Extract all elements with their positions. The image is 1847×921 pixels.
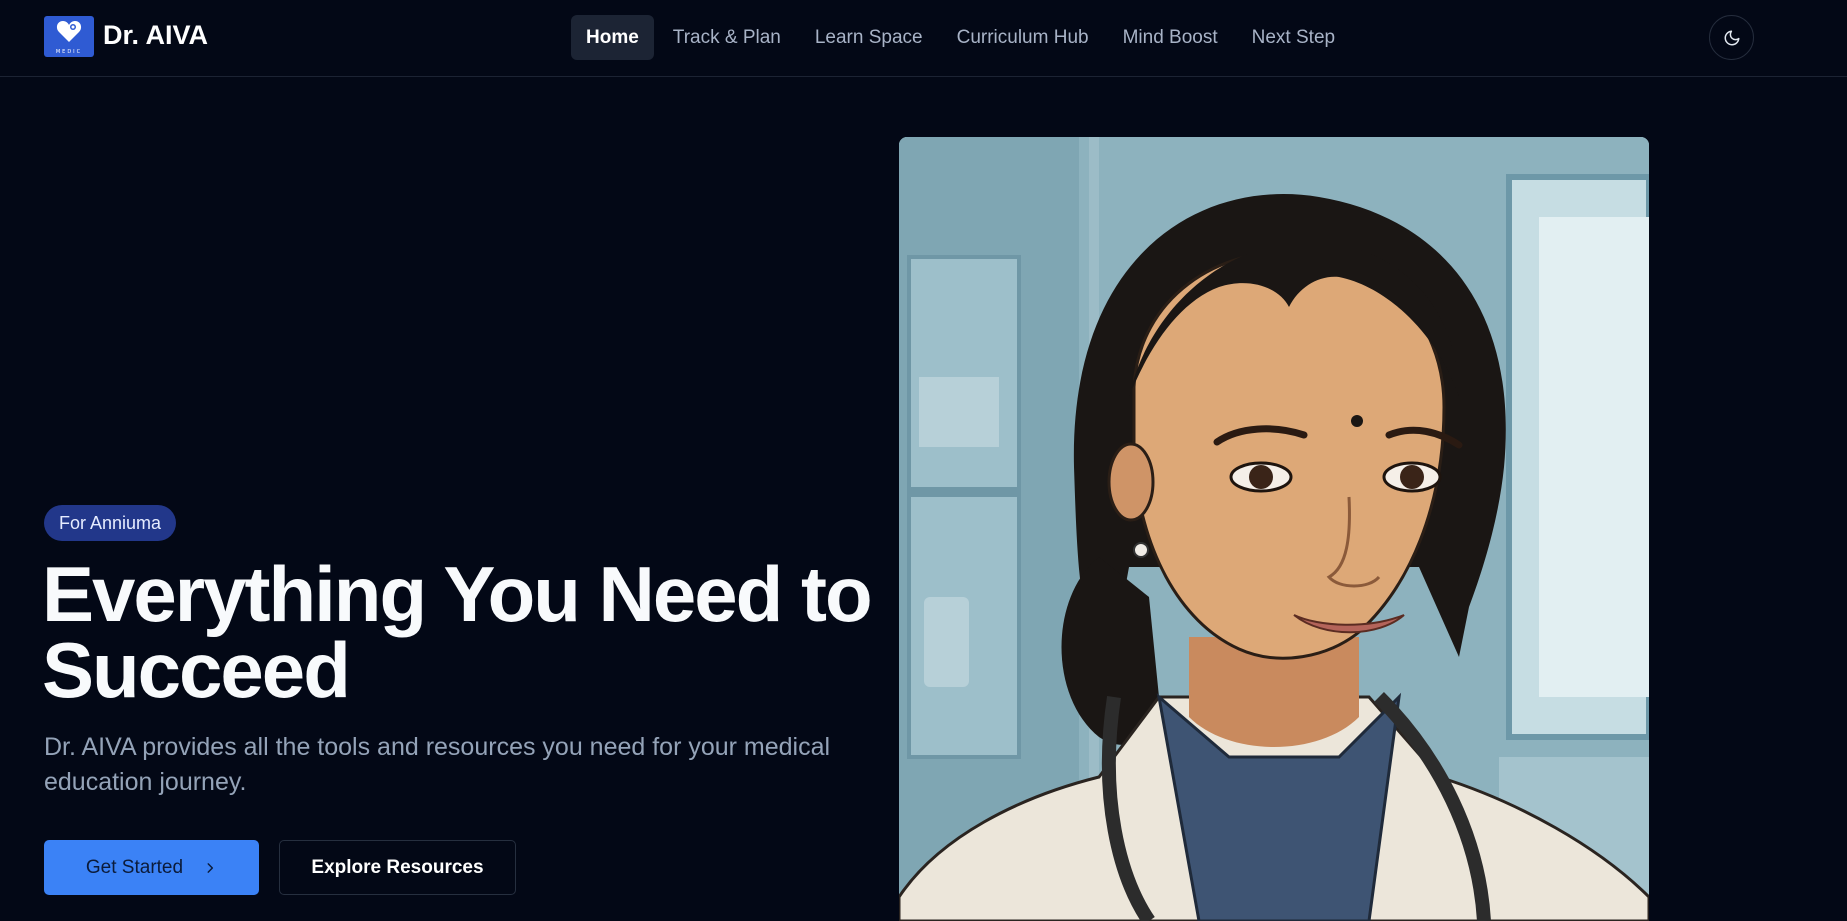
hero-headline: Everything You Need to Succeed [42, 550, 873, 714]
chevron-right-icon [207, 862, 214, 873]
theme-toggle-button[interactable] [1709, 15, 1754, 60]
hero-subtext: Dr. AIVA provides all the tools and reso… [44, 733, 831, 796]
nav-item-next-step[interactable]: Next Step [1237, 15, 1350, 60]
top-navbar: MEDIC Dr. AIVA Home Track & Plan Learn S… [0, 0, 1847, 77]
nav-item-mind-boost[interactable]: Mind Boost [1108, 15, 1233, 60]
logo[interactable]: MEDIC [44, 16, 94, 57]
nav-item-learn-space[interactable]: Learn Space [800, 15, 938, 60]
nav-item-home[interactable]: Home [571, 15, 654, 60]
nav-item-curriculum-hub[interactable]: Curriculum Hub [942, 15, 1104, 60]
brand-name[interactable]: Dr. AIVA [103, 20, 208, 51]
nav-item-track-plan[interactable]: Track & Plan [658, 15, 796, 60]
doctor-illustration [899, 137, 1649, 921]
explore-resources-button[interactable]: Explore Resources [279, 840, 516, 895]
heart-icon [56, 21, 82, 42]
audience-badge: For Anniuma [44, 505, 177, 541]
main-nav: Home Track & Plan Learn Space Curriculum… [571, 15, 1350, 60]
get-started-label: Get Started [85, 856, 184, 878]
get-started-button[interactable]: Get Started [44, 840, 259, 895]
logo-caption: MEDIC [55, 49, 83, 55]
moon-icon [1724, 30, 1739, 45]
